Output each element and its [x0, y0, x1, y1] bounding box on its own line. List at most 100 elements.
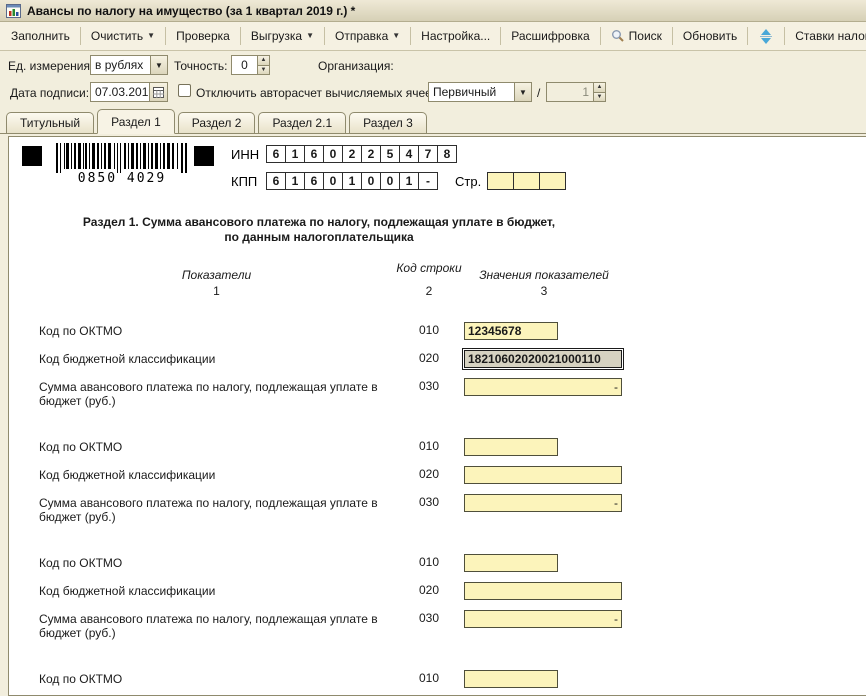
sign-date-field[interactable]: 07.03.2019 — [90, 82, 168, 102]
oktmo-field[interactable] — [464, 438, 558, 456]
chevron-down-icon[interactable]: ▼ — [150, 56, 167, 74]
header-indicators: Показатели — [39, 261, 394, 282]
decode-button[interactable]: Расшифровка — [502, 25, 598, 47]
row-label: Код по ОКТМО — [39, 438, 394, 454]
kbk-field[interactable]: 18210602020021000110 — [464, 350, 622, 368]
chevron-down-icon[interactable]: ▼ — [514, 83, 531, 101]
sum-field[interactable]: - — [464, 610, 622, 628]
row-label: Код по ОКТМО — [39, 670, 394, 686]
row-label: Код по ОКТМО — [39, 322, 394, 338]
toolbar-separator — [600, 27, 601, 45]
oktmo-field[interactable] — [464, 554, 558, 572]
oktmo-field[interactable]: 12345678 — [464, 322, 558, 340]
toolbar-separator — [747, 27, 748, 45]
row-label: Код бюджетной классификации — [39, 466, 394, 482]
row-label: Сумма авансового платежа по налогу, подл… — [39, 610, 394, 640]
refresh-button[interactable]: Обновить — [674, 25, 746, 47]
table-row: Сумма авансового платежа по налогу, подл… — [39, 494, 866, 524]
toolbar-separator — [324, 27, 325, 45]
inn-digit-cell: 6 — [304, 145, 324, 163]
page-number-cells — [487, 172, 566, 190]
autocalc-checkbox[interactable] — [178, 84, 191, 97]
kpp-digit-cell: 1 — [399, 172, 419, 190]
kbk-field[interactable] — [464, 466, 622, 484]
tab-razdel-1[interactable]: Раздел 1 — [97, 109, 175, 134]
registration-mark-left — [22, 146, 42, 166]
send-button[interactable]: Отправка▼ — [326, 25, 409, 47]
export-button[interactable]: Выгрузка▼ — [242, 25, 323, 47]
document-type-select[interactable]: Первичный ▼ — [428, 82, 532, 102]
payment-blocks: Код по ОКТМО 010 12345678 Код бюджетной … — [39, 322, 866, 696]
organization-label: Организация: — [318, 59, 394, 73]
kpp-digit-cell: 0 — [361, 172, 381, 190]
row-code: 020 — [394, 582, 464, 599]
setup-button[interactable]: Настройка... — [412, 25, 499, 47]
inn-digit-cell: 1 — [285, 145, 305, 163]
kpp-digit-cell: 0 — [380, 172, 400, 190]
oktmo-field[interactable] — [464, 670, 558, 688]
fill-button[interactable]: Заполнить — [2, 25, 79, 47]
spinner-arrows-icon[interactable]: ▲▼ — [257, 56, 269, 74]
page-digit-cell[interactable] — [513, 172, 540, 190]
tab-razdel-2-1[interactable]: Раздел 2.1 — [258, 112, 346, 133]
inn-cells: 6 1 6 0 2 2 5 4 7 8 — [266, 145, 457, 163]
kpp-digit-cell: 1 — [285, 172, 305, 190]
form-header: 0850 4029 ИНН 6 1 6 0 2 2 5 4 7 8 КПП 6 … — [9, 137, 866, 199]
precision-stepper[interactable]: 0 ▲▼ — [231, 55, 270, 75]
spinner-arrows-icon[interactable]: ▲▼ — [593, 83, 605, 101]
up-down-arrows-icon — [758, 29, 774, 44]
row-label: Сумма авансового платежа по налогу, подл… — [39, 494, 394, 524]
header-line-code: Код строки — [394, 261, 464, 282]
payment-block: Код по ОКТМО 010 Код бюджетной классифик… — [39, 554, 866, 640]
clear-button[interactable]: Очистить▼ — [82, 25, 164, 47]
search-button[interactable]: Поиск — [602, 25, 671, 47]
precision-label: Точность: — [174, 59, 227, 73]
inn-label: ИНН — [231, 147, 259, 162]
table-column-numbers: 1 2 3 — [39, 284, 866, 298]
table-row: Код по ОКТМО 010 — [39, 438, 866, 456]
table-column-headers: Показатели Код строки Значения показател… — [39, 261, 866, 282]
inn-digit-cell: 5 — [380, 145, 400, 163]
barcode-number: 0850 4029 — [56, 171, 188, 186]
tab-strip: Титульный Раздел 1 Раздел 2 Раздел 2.1 Р… — [0, 109, 866, 134]
page-digit-cell[interactable] — [487, 172, 514, 190]
row-code: 010 — [394, 438, 464, 455]
toolbar-separator — [165, 27, 166, 45]
table-row: Код бюджетной классификации 020 — [39, 466, 866, 484]
window-title: Авансы по налогу на имущество (за 1 квар… — [27, 4, 355, 18]
toolbar: Заполнить Очистить▼ Проверка Выгрузка▼ О… — [0, 22, 866, 51]
row-code: 030 — [394, 610, 464, 627]
tab-titulny[interactable]: Титульный — [6, 112, 94, 133]
toolbar-separator — [410, 27, 411, 45]
toolbar-separator — [672, 27, 673, 45]
kpp-digit-cell: 6 — [266, 172, 286, 190]
barcode: 0850 4029 — [56, 143, 188, 186]
tab-razdel-2[interactable]: Раздел 2 — [178, 112, 256, 133]
unit-select[interactable]: в рублях ▼ — [90, 55, 168, 75]
row-label: Код бюджетной классификации — [39, 582, 394, 598]
sum-field[interactable]: - — [464, 378, 622, 396]
kpp-digit-cell: 0 — [323, 172, 343, 190]
row-code: 020 — [394, 466, 464, 483]
sum-field[interactable]: - — [464, 494, 622, 512]
row-code: 030 — [394, 378, 464, 395]
table-row: Код бюджетной классификации 020 — [39, 582, 866, 600]
kpp-cells: 6 1 6 0 1 0 0 1 - — [266, 172, 438, 190]
form-page-section-1: 0850 4029 ИНН 6 1 6 0 2 2 5 4 7 8 КПП 6 … — [8, 136, 866, 696]
calendar-icon[interactable] — [149, 83, 167, 101]
section-title: Раздел 1. Сумма авансового платежа по на… — [19, 215, 619, 245]
tax-rates-button[interactable]: Ставки налога на имущество — [786, 25, 866, 47]
kbk-field[interactable] — [464, 582, 622, 600]
page-digit-cell[interactable] — [539, 172, 566, 190]
table-row: Код по ОКТМО 010 — [39, 554, 866, 572]
sign-date-label: Дата подписи: — [10, 86, 89, 100]
row-label: Сумма авансового платежа по налогу, подл… — [39, 378, 394, 408]
autocalc-label: Отключить авторасчет вычисляемых ячеек — [196, 86, 437, 100]
payment-block: Код по ОКТМО 010 12345678 Код бюджетной … — [39, 322, 866, 408]
row-code: 010 — [394, 670, 464, 687]
expand-collapse-button[interactable] — [749, 25, 783, 47]
header-values: Значения показателей — [464, 261, 624, 282]
payment-block: Код по ОКТМО 010 Код бюджетной классифик… — [39, 438, 866, 524]
check-button[interactable]: Проверка — [167, 25, 239, 47]
tab-razdel-3[interactable]: Раздел 3 — [349, 112, 427, 133]
